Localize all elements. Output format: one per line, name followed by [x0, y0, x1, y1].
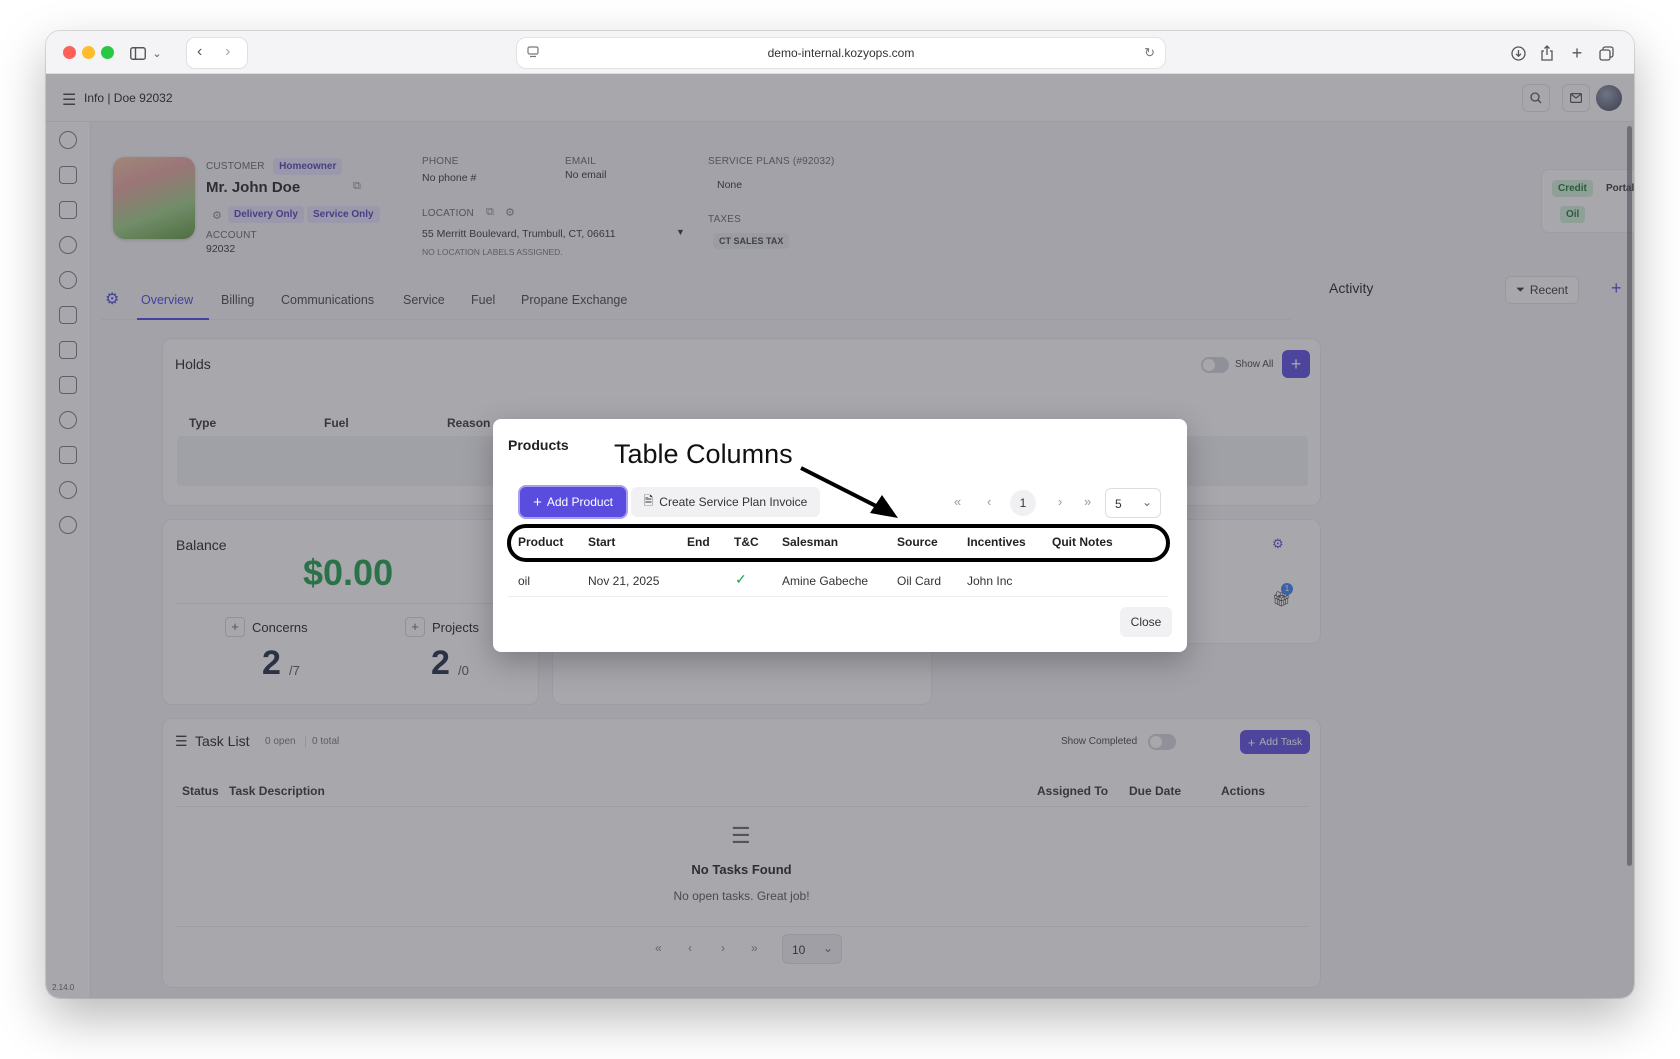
downloads-icon[interactable] [1508, 39, 1528, 67]
annotation-label: Table Columns [614, 439, 793, 469]
forward-arrow-icon[interactable]: › [225, 43, 230, 61]
add-product-label: Add Product [546, 495, 613, 509]
add-product-button[interactable]: + Add Product [520, 487, 626, 517]
browser-window: ⌄ ‹ › demo-internal.kozyops.com ↻ + ☰ In… [46, 31, 1634, 998]
table-row[interactable]: oil Nov 21, 2025 ✓ Amine Gabeche Oil Car… [508, 565, 1168, 597]
page-size-select[interactable]: 5 ⌄ [1105, 488, 1161, 518]
chevron-down-icon[interactable]: ⌄ [150, 39, 164, 67]
cell-source: Oil Card [897, 574, 942, 588]
minimize-window-button[interactable] [82, 46, 95, 59]
products-modal: Products Table Columns + Add Product 🗎︎ … [493, 419, 1187, 652]
close-button[interactable]: Close [1120, 607, 1172, 637]
share-icon[interactable] [1537, 39, 1557, 67]
check-icon: ✓ [735, 571, 747, 587]
zoom-window-button[interactable] [101, 46, 114, 59]
back-arrow-icon[interactable]: ‹ [197, 43, 202, 61]
next-page-icon[interactable]: › [1058, 494, 1062, 509]
scrollbar[interactable] [1627, 126, 1632, 866]
cell-salesman: Amine Gabeche [782, 574, 869, 588]
current-page[interactable]: 1 [1010, 490, 1036, 516]
address-bar[interactable]: demo-internal.kozyops.com ↻ [517, 38, 1165, 68]
first-page-icon[interactable]: « [954, 494, 961, 509]
cell-incentives: John Inc [967, 574, 1013, 588]
cell-product: oil [518, 574, 531, 588]
history-nav: ‹ › [187, 38, 247, 68]
create-service-plan-invoice-button[interactable]: 🗎︎ Create Service Plan Invoice [631, 487, 820, 517]
plus-icon: + [533, 493, 542, 511]
page-size-value: 5 [1115, 497, 1122, 511]
cell-start: Nov 21, 2025 [588, 574, 660, 588]
annotation-highlight [507, 524, 1170, 562]
last-page-icon[interactable]: » [1084, 494, 1091, 509]
url-text: demo-internal.kozyops.com [767, 46, 915, 60]
sidebar-toggle-icon[interactable] [128, 39, 148, 67]
browser-toolbar: ⌄ ‹ › demo-internal.kozyops.com ↻ + [46, 31, 1634, 74]
close-window-button[interactable] [63, 46, 76, 59]
prev-page-icon[interactable]: ‹ [987, 494, 991, 509]
tab-overview-icon[interactable] [1596, 39, 1616, 67]
modal-title: Products [508, 437, 569, 453]
invoice-icon: 🗎︎ [643, 493, 654, 508]
new-tab-icon[interactable]: + [1567, 39, 1587, 67]
chevron-down-icon: ⌄ [1141, 495, 1152, 509]
reload-icon[interactable]: ↻ [1144, 45, 1155, 61]
create-invoice-label: Create Service Plan Invoice [659, 495, 808, 509]
